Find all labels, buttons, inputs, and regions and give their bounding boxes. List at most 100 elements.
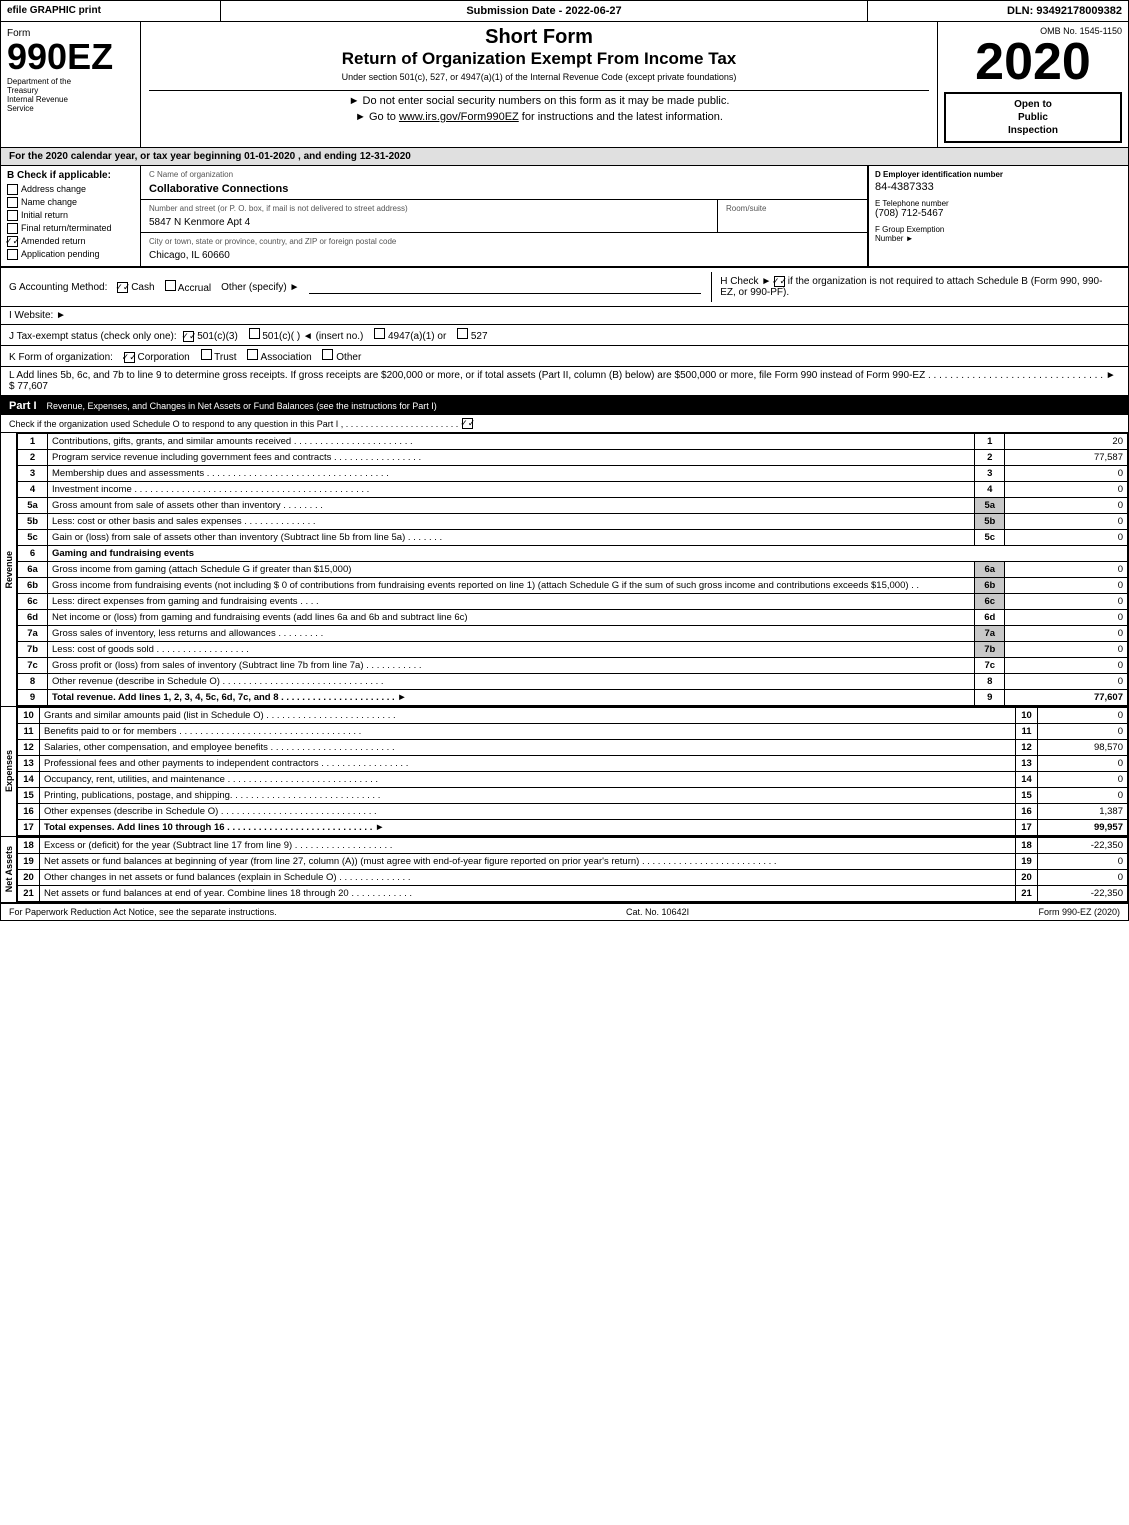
line-num-cell: 6a (18, 562, 48, 578)
line-ref-cell: 7a (975, 626, 1005, 642)
other-check: Other (322, 352, 361, 363)
form-990ez: 990EZ (7, 39, 134, 75)
line-ref-cell: 7b (975, 642, 1005, 658)
city-label: City or town, state or province, country… (145, 235, 863, 248)
efile-label: efile GRAPHIC print (1, 1, 221, 21)
open-to-public: Open toPublicInspection (944, 92, 1122, 143)
line-ref-amount-cell: 0 (1005, 562, 1128, 578)
form-page: efile GRAPHIC print Submission Date - 20… (0, 0, 1129, 921)
h-checkbox[interactable]: ✓ (774, 276, 785, 287)
cash-label: Cash (131, 282, 154, 293)
dln-number: DLN: 93492178009382 (868, 1, 1128, 21)
trust-check: Trust (201, 352, 240, 363)
org-name-label: C Name of organization (145, 168, 292, 181)
g-label: G Accounting Method: (9, 282, 107, 293)
line-num-cell: 6d (18, 610, 48, 626)
line-num-cell: 7b (18, 642, 48, 658)
check-name-change: Name change (7, 197, 134, 208)
website-row: I Website: ► (1, 307, 1128, 325)
address-change-checkbox[interactable] (7, 184, 18, 195)
line-num-ref-cell: 4 (975, 482, 1005, 498)
line-desc-cell: Membership dues and assessments . . . . … (48, 466, 975, 482)
line-num-ref-cell: 20 (1016, 870, 1038, 886)
tax-4947: 4947(a)(1) or (374, 331, 449, 342)
line-num-ref-cell: 10 (1016, 708, 1038, 724)
line-num-ref-cell: 14 (1016, 772, 1038, 788)
for-year-row: For the 2020 calendar year, or tax year … (1, 148, 1128, 166)
part1-schedule-checkbox[interactable]: ✓ (462, 418, 473, 429)
line-amount-cell: 77,607 (1005, 690, 1128, 706)
amended-return-checkbox[interactable]: ✓ (7, 236, 18, 247)
line-ref-cell: 6c (975, 594, 1005, 610)
line-desc-cell: Program service revenue including govern… (48, 450, 975, 466)
line-num-ref-cell: 16 (1016, 804, 1038, 820)
line-amount-cell: 0 (1038, 772, 1128, 788)
line-desc-cell: Gross income from fundraising events (no… (48, 578, 975, 594)
line-amount-cell: 0 (1005, 610, 1128, 626)
name-change-checkbox[interactable] (7, 197, 18, 208)
city-value: Chicago, IL 60660 (145, 248, 863, 263)
line-amount-cell: 99,957 (1038, 820, 1128, 836)
part1-check-row: Check if the organization used Schedule … (1, 415, 1128, 433)
expenses-side-label: Expenses (1, 707, 17, 836)
line-ref-amount-cell: 0 (1005, 514, 1128, 530)
line-ref-cell: 6a (975, 562, 1005, 578)
city-row: City or town, state or province, country… (141, 233, 867, 265)
check-initial-return: Initial return (7, 210, 134, 221)
line-num-cell: 5b (18, 514, 48, 530)
return-title: Return of Organization Exempt From Incom… (149, 49, 929, 69)
dept-label: Department of theTreasuryInternal Revenu… (7, 77, 134, 113)
net-assets-table: 18Excess or (deficit) for the year (Subt… (17, 837, 1128, 902)
line-num-cell: 2 (18, 450, 48, 466)
line-amount-cell: 0 (1005, 466, 1128, 482)
tax-year: 2020 (944, 36, 1122, 88)
year-section: OMB No. 1545-1150 2020 Open toPublicInsp… (938, 22, 1128, 147)
line-ref-amount-cell: 0 (1005, 594, 1128, 610)
check-title: B Check if applicable: (7, 170, 134, 181)
address-label: Number and street (or P. O. box, if mail… (145, 202, 713, 215)
line-num-cell: 19 (18, 854, 40, 870)
line-desc-cell: Gross sales of inventory, less returns a… (48, 626, 975, 642)
line-desc-cell: Other changes in net assets or fund bala… (40, 870, 1016, 886)
line-num-ref-cell: 2 (975, 450, 1005, 466)
line-num-cell: 8 (18, 674, 48, 690)
line-desc-cell: Investment income . . . . . . . . . . . … (48, 482, 975, 498)
check-address-change: Address change (7, 184, 134, 195)
ein-value: 84-4387333 (875, 179, 1122, 195)
revenue-section: Revenue 1Contributions, gifts, grants, a… (1, 433, 1128, 706)
cash-checkbox[interactable]: ✓ (117, 282, 128, 293)
line-amount-cell: 77,587 (1005, 450, 1128, 466)
line-amount-cell: -22,350 (1038, 886, 1128, 902)
initial-return-checkbox[interactable] (7, 210, 18, 221)
part1-header: Part I Revenue, Expenses, and Changes in… (1, 397, 1128, 415)
line-num-cell: 4 (18, 482, 48, 498)
line-num-ref-cell: 3 (975, 466, 1005, 482)
line-amount-cell: 1,387 (1038, 804, 1128, 820)
line-amount-cell: 0 (1038, 756, 1128, 772)
submission-date: Submission Date - 2022-06-27 (221, 1, 868, 21)
accrual-checkbox[interactable] (165, 280, 176, 291)
accounting-row: G Accounting Method: ✓ Cash Accrual Othe… (1, 267, 1128, 307)
goto-irs: ► Go to www.irs.gov/Form990EZ for instru… (149, 111, 929, 123)
line-desc-cell: Total expenses. Add lines 10 through 16 … (40, 820, 1016, 836)
line-desc-cell: Gross amount from sale of assets other t… (48, 498, 975, 514)
line-amount-cell: -22,350 (1038, 838, 1128, 854)
line-num-ref-cell: 11 (1016, 724, 1038, 740)
final-return-label: Final return/terminated (21, 223, 112, 233)
check-section: B Check if applicable: Address change Na… (1, 166, 1128, 267)
line-num-cell: 5c (18, 530, 48, 546)
line-ref-cell: 6b (975, 578, 1005, 594)
application-pending-checkbox[interactable] (7, 249, 18, 260)
cat-number: Cat. No. 10642I (626, 907, 689, 917)
final-return-checkbox[interactable] (7, 223, 18, 234)
tax-501c: 501(c)( (249, 331, 297, 342)
part1-label: Part I (9, 400, 37, 412)
line-num-cell: 3 (18, 466, 48, 482)
line-num-ref-cell: 19 (1016, 854, 1038, 870)
address-row: Number and street (or P. O. box, if mail… (141, 200, 867, 233)
line-num-cell: 10 (18, 708, 40, 724)
line-num-cell: 1 (18, 434, 48, 450)
line-num-ref-cell: 1 (975, 434, 1005, 450)
line-desc-cell: Benefits paid to or for members . . . . … (40, 724, 1016, 740)
revenue-side-label: Revenue (1, 433, 17, 706)
